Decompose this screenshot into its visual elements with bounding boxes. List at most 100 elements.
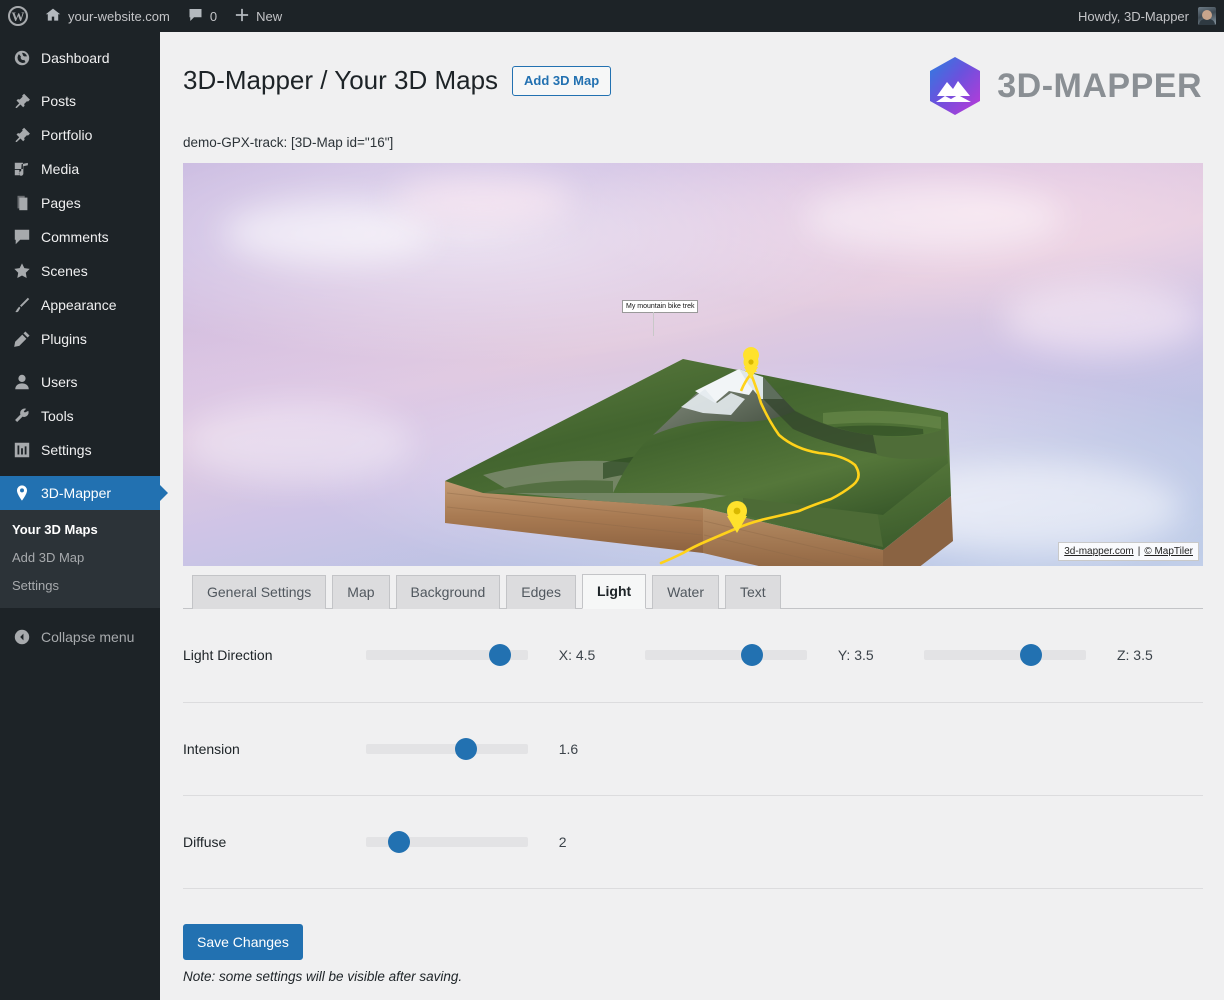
empty-cell	[644, 702, 1203, 796]
plus-icon	[235, 8, 249, 25]
sidebar-item-pages[interactable]: Pages	[0, 186, 160, 220]
tab-background[interactable]: Background	[395, 575, 501, 609]
tab-text[interactable]: Text	[725, 575, 781, 609]
setting-row-light-direction: Light Direction X: 4.5 Y: 3.5 Z: 3.5	[183, 609, 1203, 703]
save-bar: Save Changes Note: some settings will be…	[183, 924, 462, 984]
tab-light[interactable]: Light	[581, 574, 647, 609]
sidebar-item-label: Media	[41, 161, 80, 177]
setting-label: Light Direction	[183, 609, 366, 703]
slider-thumb[interactable]	[455, 737, 478, 760]
collapse-menu-label: Collapse menu	[41, 629, 135, 645]
map-attribution: 3d-mapper.com | © MapTiler	[1058, 542, 1199, 561]
menu-separator	[0, 467, 160, 476]
tab-edges[interactable]: Edges	[506, 575, 576, 609]
3d-mapper-wordmark: 3D-MAPPER	[997, 66, 1202, 105]
empty-cell	[644, 795, 1203, 889]
slider-cell-x	[365, 609, 559, 703]
sidebar-item-label: Users	[41, 374, 78, 390]
slider-thumb[interactable]	[1020, 644, 1043, 667]
submenu-item-settings[interactable]: Settings	[0, 572, 160, 600]
light-direction-y-value: Y: 3.5	[837, 609, 924, 703]
diffuse-value: 2	[558, 795, 645, 889]
menu-separator	[0, 356, 160, 365]
diffuse-slider[interactable]	[365, 830, 528, 853]
new-label: New	[256, 8, 283, 24]
save-note: Note: some settings will be visible afte…	[183, 969, 463, 985]
sidebar-item-label: Settings	[41, 442, 92, 458]
sidebar-item-label: Dashboard	[41, 50, 110, 66]
submenu-item-add-3d-map[interactable]: Add 3D Map	[0, 544, 160, 572]
media-icon	[12, 159, 32, 179]
tab-water[interactable]: Water	[652, 575, 719, 609]
sidebar-item-plugins[interactable]: Plugins	[0, 322, 160, 356]
sidebar-item-label: Portfolio	[41, 127, 93, 143]
main-content: 3D-MAPPER 3D-Mapper / Your 3D Maps Add 3…	[160, 32, 1224, 1000]
save-changes-button[interactable]: Save Changes	[183, 924, 303, 961]
attribution-provider-link[interactable]: © MapTiler	[1144, 545, 1193, 558]
sidebar-item-media[interactable]: Media	[0, 152, 160, 186]
site-name-menu[interactable]: your-website.com	[36, 0, 179, 32]
sidebar-item-settings[interactable]: Settings	[0, 433, 160, 467]
3d-map-viewer[interactable]: My mountain bike trek 3d-mapper.com | © …	[183, 163, 1203, 566]
wrench-icon	[12, 406, 32, 426]
site-name-label: your-website.com	[68, 8, 170, 24]
dashboard-icon	[12, 48, 32, 68]
plug-icon	[12, 329, 32, 349]
avatar	[1198, 7, 1216, 25]
map-pin-icon	[12, 483, 32, 503]
sidebar-submenu-3d-mapper: Your 3D Maps Add 3D Map Settings	[0, 510, 160, 608]
attribution-separator: |	[1137, 546, 1141, 557]
sidebar-item-portfolio[interactable]: Portfolio	[0, 118, 160, 152]
page-header: 3D-Mapper / Your 3D Maps Add 3D Map	[183, 65, 612, 96]
map-text-label: My mountain bike trek	[622, 300, 699, 336]
wordpress-logo-icon: W	[8, 6, 28, 26]
light-direction-x-slider[interactable]	[365, 644, 528, 667]
settings-table: Light Direction X: 4.5 Y: 3.5 Z: 3.5 Int…	[183, 609, 1203, 889]
slider-cell-z	[923, 609, 1117, 703]
setting-label: Diffuse	[183, 795, 366, 889]
3d-mapper-hexagon-logo-icon	[927, 56, 983, 116]
sidebar-item-tools[interactable]: Tools	[0, 399, 160, 433]
settings-tabs: General Settings Map Background Edges Li…	[183, 573, 1203, 609]
attribution-site-link[interactable]: 3d-mapper.com	[1064, 545, 1133, 558]
pin-icon	[12, 91, 32, 111]
tab-map[interactable]: Map	[332, 575, 390, 609]
comments-icon	[12, 227, 32, 247]
new-content-menu[interactable]: New	[226, 0, 291, 32]
slider-thumb[interactable]	[387, 830, 410, 853]
admin-bar: W your-website.com 0 New Howdy, 3D-Mappe…	[0, 0, 1224, 32]
add-3d-map-button[interactable]: Add 3D Map	[512, 65, 612, 96]
wordpress-logo-button[interactable]: W	[0, 0, 36, 32]
sidebar-item-appearance[interactable]: Appearance	[0, 288, 160, 322]
admin-sidebar-menu: Dashboard Posts Portfolio Media Pages Co…	[0, 32, 168, 1000]
collapse-menu-button[interactable]: Collapse menu	[0, 620, 160, 654]
tab-general-settings[interactable]: General Settings	[192, 575, 327, 609]
comments-bubble[interactable]: 0	[179, 0, 226, 32]
menu-separator	[0, 75, 160, 84]
sidebar-item-dashboard[interactable]: Dashboard	[0, 41, 160, 75]
light-direction-y-slider[interactable]	[644, 644, 807, 667]
my-account-menu[interactable]: Howdy, 3D-Mapper	[1069, 0, 1224, 32]
home-icon	[45, 7, 61, 26]
3d-terrain-block	[445, 347, 953, 566]
comments-count: 0	[209, 8, 218, 24]
setting-row-diffuse: Diffuse 2	[183, 795, 1203, 889]
slider-cell-diffuse	[365, 795, 559, 889]
sidebar-item-users[interactable]: Users	[0, 365, 160, 399]
submenu-item-your-3d-maps[interactable]: Your 3D Maps	[0, 516, 160, 544]
sidebar-item-3d-mapper[interactable]: 3D-Mapper	[0, 476, 168, 510]
sidebar-item-comments[interactable]: Comments	[0, 220, 160, 254]
slider-thumb[interactable]	[488, 644, 511, 667]
page-title: 3D-Mapper / Your 3D Maps	[183, 65, 499, 95]
sidebar-item-posts[interactable]: Posts	[0, 84, 160, 118]
slider-thumb[interactable]	[741, 644, 764, 667]
intension-value: 1.6	[558, 702, 645, 796]
intension-slider[interactable]	[365, 737, 528, 760]
comment-bubble-icon	[188, 8, 203, 25]
howdy-label: Howdy, 3D-Mapper	[1077, 8, 1189, 24]
star-icon	[12, 261, 32, 281]
sidebar-item-label: Pages	[41, 195, 81, 211]
light-direction-z-slider[interactable]	[923, 644, 1086, 667]
sidebar-item-scenes[interactable]: Scenes	[0, 254, 160, 288]
user-icon	[12, 372, 32, 392]
